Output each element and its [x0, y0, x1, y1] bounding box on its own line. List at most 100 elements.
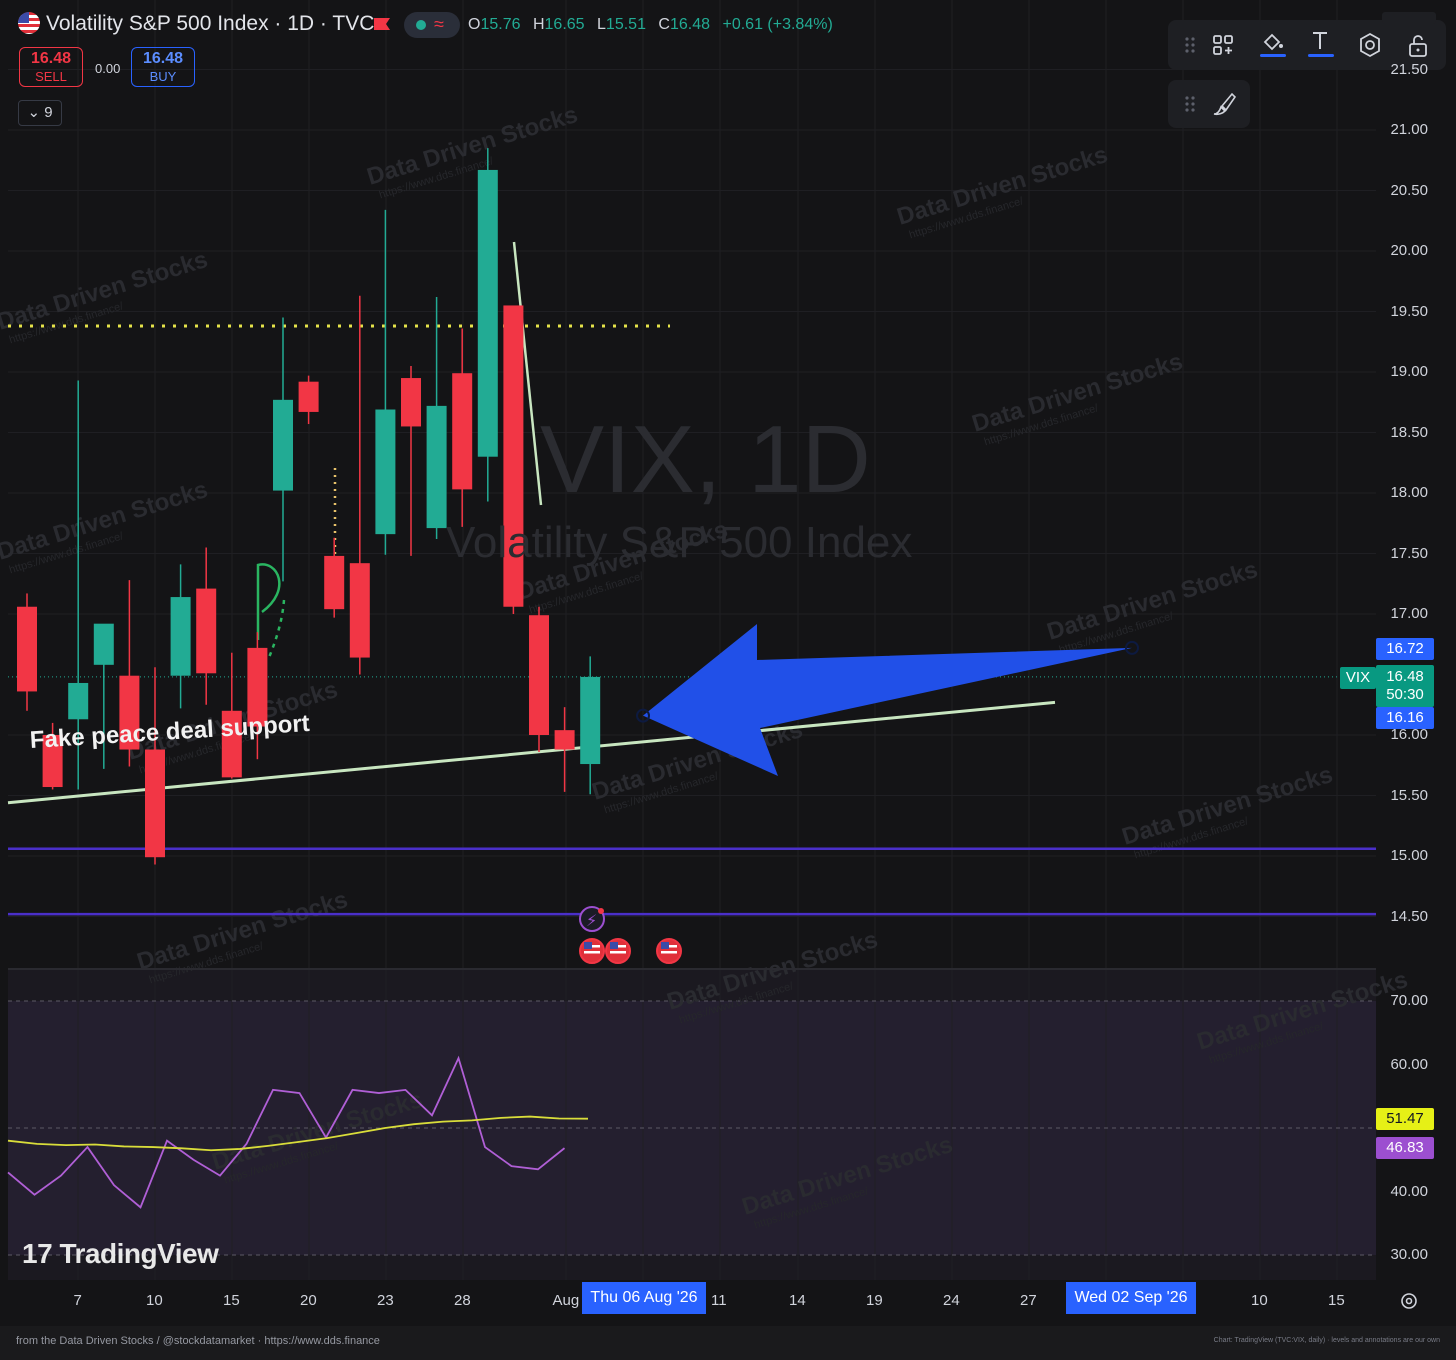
us-flag-icon	[18, 12, 40, 34]
price-tick-label: 21.50	[1390, 60, 1428, 78]
time-tick-label: 10	[146, 1292, 163, 1309]
flag-canton	[610, 942, 618, 949]
candle-body	[324, 555, 345, 610]
flag-canton	[661, 942, 669, 949]
market-open-dot-icon	[416, 20, 426, 30]
buy-button[interactable]: 16.48 BUY	[131, 47, 195, 87]
price-tick-label: 15.00	[1390, 847, 1428, 864]
time-tick-label: 10	[1251, 1292, 1268, 1309]
unlock-icon[interactable]	[1402, 29, 1434, 61]
price-tick-label: 21.00	[1390, 121, 1428, 138]
price-chart[interactable]: Data Driven Stockshttps://www.dds.financ…	[0, 0, 1456, 1326]
candle-body	[452, 373, 473, 490]
ohlc-legend: O15.76 H16.65 L15.51 C16.48 +0.61 (+3.84…	[468, 16, 841, 34]
buy-label: BUY	[149, 69, 177, 84]
time-tick-label: 19	[866, 1292, 883, 1309]
rsi-tick-label: 60.00	[1390, 1055, 1428, 1073]
time-tick-label: 23	[377, 1292, 394, 1309]
symbol-title-text: Volatility S&P 500 Index · 1D · TVC	[46, 12, 375, 35]
tradingview-mark-icon: 17	[22, 1238, 53, 1269]
bar-countdown: 50:30	[1386, 686, 1424, 703]
high-label: H	[532, 16, 545, 33]
footer-credit: from the Data Driven Stocks / @stockdata…	[16, 1335, 380, 1347]
market-status-pill[interactable]: ≈	[404, 12, 460, 38]
sell-button[interactable]: 16.48 SELL	[19, 47, 83, 87]
time-tick-label: 15	[223, 1292, 240, 1309]
chevron-down-icon: ⌄	[27, 104, 41, 121]
candle-body	[17, 606, 37, 692]
flag-stripe	[610, 951, 626, 954]
brush-toolbar	[1168, 80, 1250, 128]
time-highlight-end: Wed 02 Sep '26	[1066, 1282, 1196, 1314]
time-tick-label: 15	[1328, 1292, 1345, 1309]
time-tick-label: 11	[711, 1292, 727, 1309]
drag-handle-icon[interactable]	[1174, 29, 1206, 61]
candle-body	[68, 682, 89, 720]
text-color-icon[interactable]	[1304, 26, 1336, 58]
rsi-value-badge: 46.83	[1376, 1137, 1434, 1159]
candle-body	[426, 405, 447, 529]
time-tick-label: 24	[943, 1292, 960, 1309]
candle-body	[298, 381, 319, 412]
price-tick-label: 17.00	[1390, 605, 1428, 622]
footer-note: Chart: TradingView (TVC:VIX, daily) · le…	[1213, 1337, 1440, 1344]
price-tick-label: 20.50	[1390, 181, 1428, 199]
event-alert-dot	[598, 908, 604, 914]
price-tick-label: 15.50	[1390, 786, 1428, 804]
indicators-count: 9	[44, 104, 53, 121]
watermark-symbol: VIX, 1D	[540, 406, 871, 513]
drag-handle-icon[interactable]	[1174, 88, 1206, 120]
candle-body	[401, 378, 421, 427]
open-value: 15.76	[480, 16, 521, 33]
last-price-badge: 16.48 50:30	[1376, 665, 1434, 707]
rsi-tick-label: 40.00	[1390, 1182, 1428, 1200]
candle-body	[375, 409, 396, 535]
drawing-high-badge: 16.72	[1376, 638, 1434, 660]
candle-body	[170, 597, 191, 676]
low-value: 15.51	[605, 16, 646, 33]
indicators-collapse-button[interactable]: ⌄ 9	[18, 100, 62, 126]
axis-settings-icon[interactable]	[1396, 1288, 1422, 1314]
price-tick-label: 19.00	[1390, 363, 1428, 380]
symbol-title[interactable]: Volatility S&P 500 Index · 1D · TVC	[18, 12, 374, 36]
time-tick-label: Aug	[552, 1292, 580, 1309]
rsi-tick-label: 70.00	[1390, 992, 1428, 1009]
flag-canton	[584, 942, 592, 949]
candle-body	[554, 730, 575, 750]
price-tick-label: 19.50	[1390, 302, 1428, 320]
candle-body	[529, 615, 549, 735]
data-delay-icon: ≈	[434, 14, 444, 34]
buy-price: 16.48	[142, 50, 184, 67]
candle-body	[580, 676, 601, 765]
rsi-tick-label: 30.00	[1390, 1246, 1428, 1263]
price-tick-label: 18.50	[1390, 423, 1428, 441]
tradingview-wordmark: TradingView	[59, 1238, 219, 1269]
time-tick-label: 28	[454, 1292, 471, 1309]
low-label: L	[597, 16, 606, 33]
fill-color-icon[interactable]	[1256, 26, 1288, 58]
drawing-low-badge: 16.16	[1376, 707, 1434, 729]
price-tick-label: 20.00	[1390, 242, 1428, 259]
change-value: +0.61 (+3.84%)	[722, 16, 833, 33]
flag-stripe	[584, 951, 600, 954]
maximize-button[interactable]	[1382, 12, 1436, 24]
close-label: C	[658, 16, 670, 33]
time-highlight-start: Thu 06 Aug '26	[582, 1282, 706, 1314]
close-value: 16.48	[669, 16, 711, 33]
candle-body	[477, 169, 498, 457]
candle-body	[93, 623, 114, 665]
brush-icon[interactable]	[1208, 88, 1240, 120]
flag-stripe	[661, 951, 677, 954]
templates-icon[interactable]	[1208, 29, 1240, 61]
time-tick-label: 14	[789, 1292, 806, 1309]
tradingview-logo[interactable]: 17 TradingView	[22, 1238, 219, 1270]
settings-gear-icon[interactable]	[1354, 29, 1386, 61]
time-tick-label: 7	[73, 1292, 82, 1309]
high-value: 16.65	[544, 16, 585, 33]
spread-value: 0.00	[95, 61, 121, 76]
symbol-badge: VIX	[1340, 667, 1376, 689]
candle-body	[145, 749, 165, 858]
last-price: 16.48	[1386, 668, 1424, 685]
candle-body	[273, 399, 293, 491]
rsi-ma-badge: 51.47	[1376, 1108, 1434, 1130]
